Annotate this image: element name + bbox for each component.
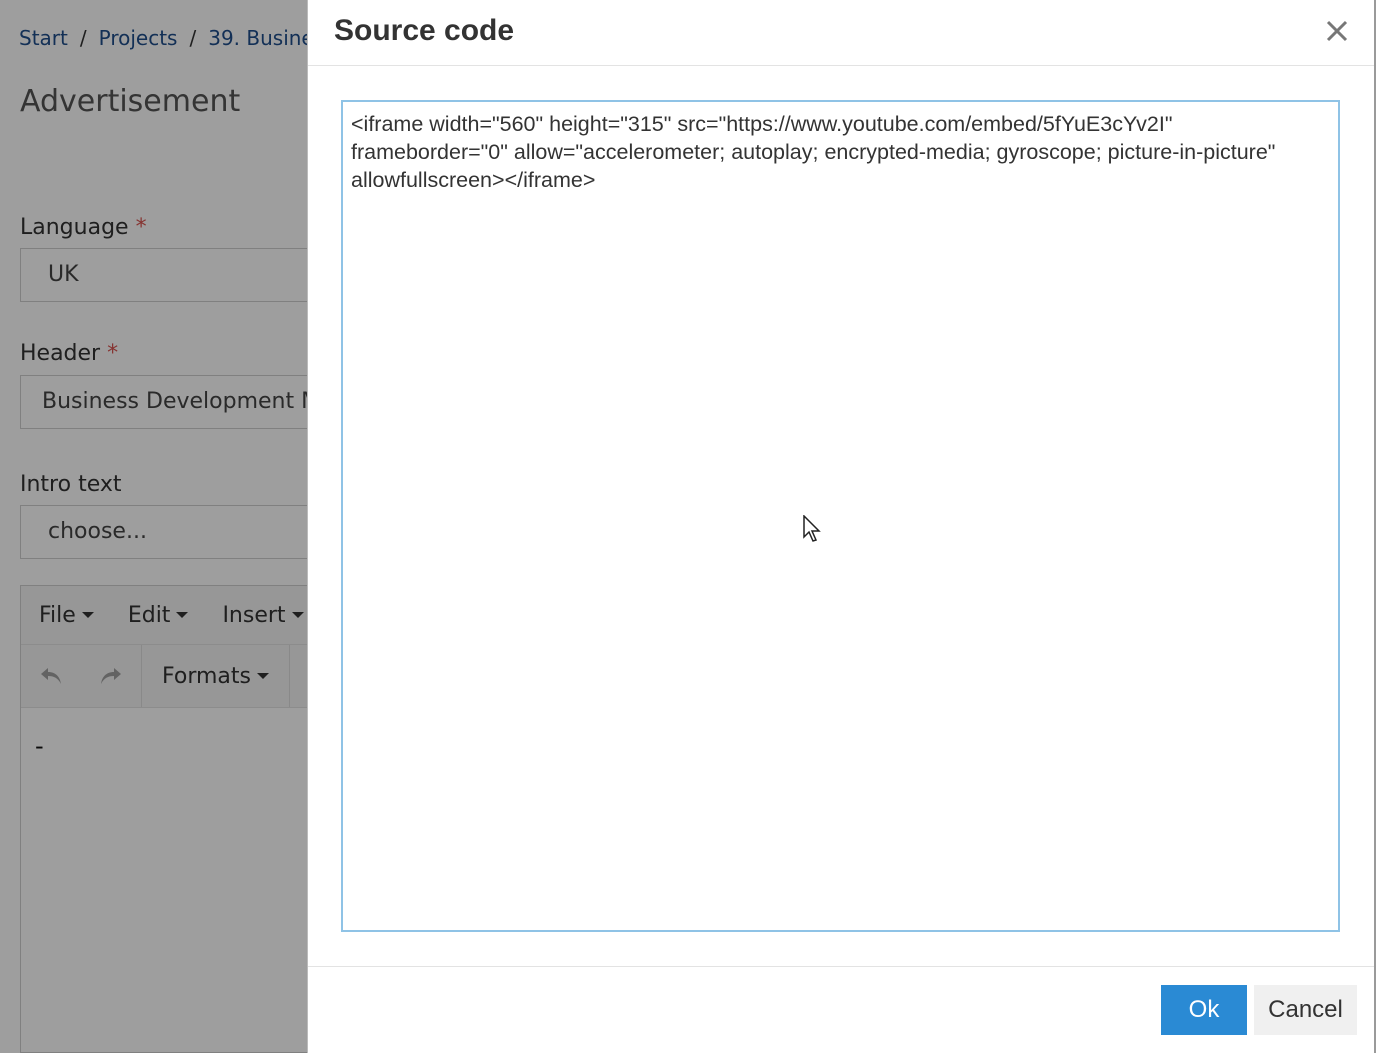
source-code-textarea[interactable] bbox=[341, 100, 1340, 932]
ok-button[interactable]: Ok bbox=[1161, 985, 1247, 1035]
source-code-dialog: Source code Ok Cancel bbox=[307, 0, 1374, 1053]
cancel-button[interactable]: Cancel bbox=[1254, 985, 1357, 1035]
dialog-body bbox=[341, 100, 1340, 932]
dialog-title: Source code bbox=[334, 14, 515, 47]
close-button[interactable] bbox=[1320, 14, 1354, 48]
close-icon bbox=[1326, 20, 1348, 42]
mouse-pointer-icon bbox=[803, 515, 821, 542]
dialog-footer: Ok Cancel bbox=[308, 966, 1374, 1053]
page: Start / Projects/39. Busine Advertisement … bbox=[0, 0, 1376, 1053]
dialog-header: Source code bbox=[308, 0, 1374, 66]
